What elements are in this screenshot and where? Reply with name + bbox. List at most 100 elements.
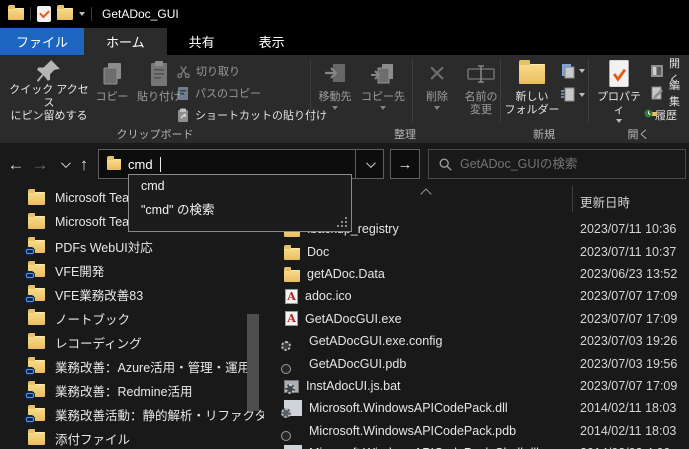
suggestion-item[interactable]: "cmd" の検索 — [129, 197, 351, 219]
copy-path-button[interactable]: パスのコピー — [176, 83, 261, 103]
sidebar-item[interactable]: ノートブック — [0, 306, 264, 330]
qat-properties-icon[interactable] — [37, 6, 51, 22]
new-folder-button[interactable]: 新しいフォルダー — [504, 57, 560, 123]
sidebar-item[interactable]: 業務改善活動：静的解析・リファクタリン — [0, 402, 264, 426]
file-row[interactable]: GetADocGUI.exe.config 2023/07/03 19:26 — [270, 330, 689, 352]
copy-path-icon — [176, 86, 190, 101]
sidebar-scrollbar-thumb[interactable] — [247, 314, 259, 411]
file-date-modified: 2023/07/07 17:09 — [580, 312, 677, 326]
file-row[interactable]: Microsoft.WindowsAPICodePack.pdb 2014/02… — [270, 420, 689, 442]
file-name: Microsoft.WindowsAPICodePack.pdb — [309, 424, 516, 438]
column-header-date-modified[interactable]: 更新日時 — [580, 192, 630, 211]
tab-home[interactable]: ホーム — [84, 28, 167, 55]
sidebar-item[interactable]: レコーディング — [0, 330, 264, 354]
search-input[interactable] — [460, 157, 660, 171]
sidebar-item-label: PDFs WebUI対応 — [55, 237, 153, 256]
file-row[interactable]: getADoc.Data 2023/06/23 13:52 — [270, 263, 689, 285]
file-row[interactable]: InstAdocUI.js.bat 2023/07/07 17:09 — [270, 375, 689, 397]
sidebar-item-label: Microsoft Team — [55, 191, 140, 205]
resize-grip-icon[interactable] — [337, 217, 347, 227]
up-button[interactable]: ↑ — [72, 143, 96, 186]
divider — [91, 7, 92, 21]
paste-shortcut-label: ショートカットの貼り付け — [195, 107, 327, 123]
forward-button[interactable]: → — [28, 143, 52, 186]
history-button[interactable]: 履歴 — [650, 105, 677, 125]
sidebar-item[interactable]: 業務改善：Redmine活用 — [0, 378, 264, 402]
folder-icon — [28, 288, 45, 301]
file-name: InstAdocUI.js.bat — [306, 379, 401, 393]
sidebar-item[interactable]: PDFs WebUI対応 — [0, 234, 264, 258]
sort-ascending-icon[interactable] — [420, 188, 431, 199]
sidebar-item[interactable]: VFE開発 — [0, 258, 264, 282]
address-dropdown-chevron[interactable] — [356, 149, 384, 179]
sidebar-item-label: VFE業務改善83 — [55, 285, 143, 304]
paste-icon — [147, 57, 171, 91]
file-row[interactable]: Microsoft.WindowsAPICodePack.dll 2014/02… — [270, 397, 689, 419]
paste-shortcut-button[interactable]: ショートカットの貼り付け — [176, 105, 327, 125]
file-rows: .backup_registry 2023/07/11 10:36 Doc 20… — [270, 218, 689, 449]
tab-view[interactable]: 表示 — [237, 28, 307, 55]
copy-path-label: パスのコピー — [195, 85, 261, 101]
file-icon — [284, 270, 300, 282]
properties-icon — [606, 57, 632, 91]
sidebar-item-label: レコーディング — [55, 333, 142, 352]
file-name: Microsoft.WindowsAPICodePack.dll — [309, 401, 508, 415]
copy-to-caret-icon — [380, 106, 386, 110]
move-to-button[interactable]: 移動先 — [312, 57, 358, 123]
folder-icon — [28, 408, 45, 421]
qat-newfolder-icon[interactable] — [57, 8, 73, 20]
search-box[interactable] — [428, 149, 686, 179]
sidebar-item-label: 業務改善：Redmine活用 — [55, 381, 193, 400]
suggestion-item[interactable]: cmd — [129, 175, 351, 197]
cut-button[interactable]: 切り取り — [176, 61, 240, 81]
new-item-caret-icon — [579, 69, 585, 73]
file-icon — [285, 289, 298, 304]
sidebar-item-label: ノートブック — [55, 309, 130, 328]
file-date-modified: 2023/06/23 13:52 — [580, 267, 677, 281]
search-icon — [439, 158, 452, 171]
ribbon-tabs: ファイル ホーム 共有 表示 — [0, 28, 689, 55]
go-to-button[interactable]: → — [390, 149, 420, 179]
copy-button[interactable]: コピー — [90, 57, 134, 123]
tab-share[interactable]: 共有 — [167, 28, 237, 55]
pin-label-1: クイック アクセス — [4, 84, 94, 110]
sidebar-item[interactable]: 添付ファイル — [0, 426, 264, 449]
edit-icon — [650, 86, 664, 100]
column-separator[interactable] — [572, 186, 573, 212]
delete-button[interactable]: × 削除 — [416, 57, 458, 123]
rename-icon — [467, 57, 495, 91]
pin-to-quick-access-button[interactable]: クイック アクセスにピン留めする — [4, 57, 94, 123]
delete-label: 削除 — [426, 91, 448, 104]
move-to-label: 移動先 — [319, 91, 352, 104]
sidebar-item-label: 業務改善活動：静的解析・リファクタリン — [55, 405, 264, 424]
qat-customize-caret-icon[interactable] — [79, 12, 85, 16]
file-icon — [284, 333, 302, 349]
file-date-modified: 2014/02/11 18:03 — [580, 424, 676, 438]
file-row[interactable]: GetADocGUI.pdb 2023/07/03 19:56 — [270, 352, 689, 374]
tab-file[interactable]: ファイル — [0, 28, 84, 55]
new-item-button[interactable] — [560, 61, 585, 81]
scissors-icon — [176, 64, 191, 79]
copy-to-button[interactable]: コピー先 — [358, 57, 408, 123]
link-badge-icon — [24, 295, 35, 304]
rename-button[interactable]: 名前の変更 — [458, 57, 504, 123]
file-row[interactable]: adoc.ico 2023/07/07 17:09 — [270, 285, 689, 307]
file-row[interactable]: GetADocGUI.exe 2023/07/07 17:09 — [270, 308, 689, 330]
link-badge-icon — [24, 415, 35, 424]
easy-access-caret-icon — [579, 93, 585, 97]
sidebar-item[interactable]: VFE業務改善83 — [0, 282, 264, 306]
ribbon: クイック アクセスにピン留めする コピー 貼り付け 切り取り パスのコピー ショ… — [0, 55, 689, 143]
edit-button[interactable]: 編集 — [650, 83, 689, 103]
copy-to-icon — [370, 57, 396, 91]
group-label-organize: 整理 — [310, 126, 500, 140]
new-folder-label-1: 新しい — [516, 91, 549, 104]
sidebar-item[interactable]: 業務改善：Azure活用・管理・運用 — [0, 354, 264, 378]
properties-button[interactable]: プロパティ — [592, 57, 646, 123]
back-button[interactable]: ← — [4, 143, 28, 186]
file-row[interactable]: Microsoft.WindowsAPICodePack.Shell.dll 2… — [270, 442, 689, 449]
file-row[interactable]: Doc 2023/07/11 10:37 — [270, 240, 689, 262]
easy-access-button[interactable] — [560, 85, 585, 105]
rename-label-1: 名前の — [465, 91, 498, 104]
paste-label: 貼り付け — [137, 91, 181, 104]
folder-icon — [28, 216, 45, 229]
